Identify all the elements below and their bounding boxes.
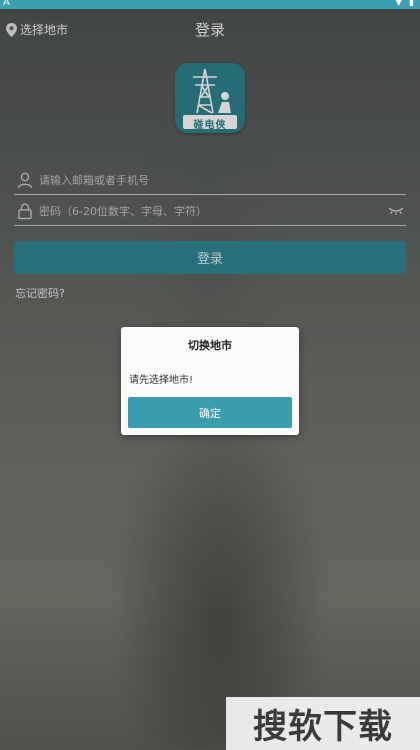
status-bar: A ▼ ▮	[0, 0, 420, 9]
status-icons: ▼ ▮	[395, 0, 416, 8]
confirm-button[interactable]: 确定	[128, 397, 292, 428]
status-bar-glyph: A	[3, 0, 10, 8]
switch-city-dialog: 切换地市 请先选择地市! 确定	[121, 327, 299, 435]
dialog-message: 请先选择地市!	[129, 375, 194, 386]
dialog-title: 切换地市	[188, 339, 232, 352]
watermark: 搜软下载	[226, 697, 420, 750]
